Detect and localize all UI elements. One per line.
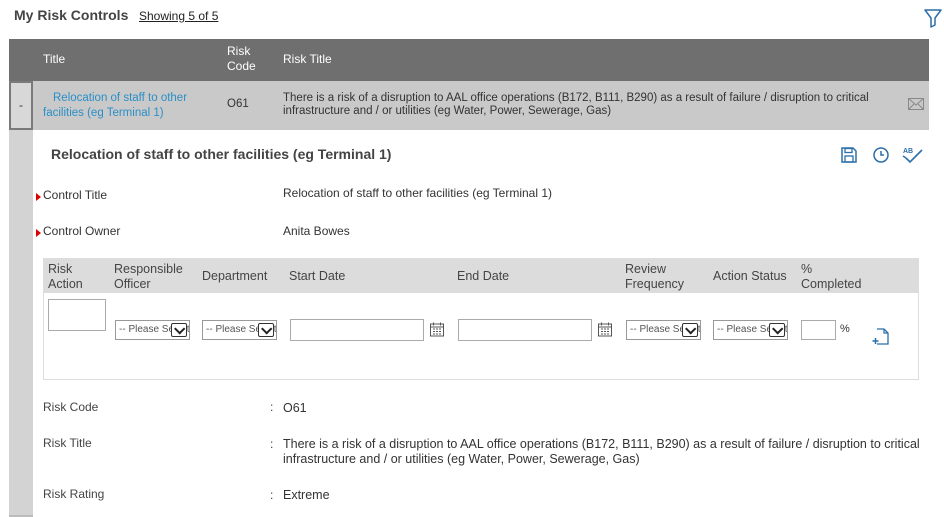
- chevron-down-icon[interactable]: [171, 323, 187, 337]
- calendar-icon[interactable]: [430, 322, 444, 337]
- colon: :: [270, 437, 274, 451]
- header-percent-completed: % Completed: [801, 262, 862, 291]
- row-risk-code: O61: [227, 98, 249, 110]
- showing-count-link[interactable]: Showing 5 of 5: [139, 9, 218, 23]
- control-owner-value: Anita Bowes: [283, 224, 350, 238]
- detail-title: Relocation of staff to other facilities …: [51, 146, 392, 162]
- header-action-status: Action Status: [713, 269, 787, 283]
- action-status-select[interactable]: -- Please Select --: [713, 320, 788, 340]
- percent-completed-input[interactable]: [801, 320, 836, 340]
- control-title-label: Control Title: [43, 188, 108, 202]
- start-date-input[interactable]: [290, 319, 424, 341]
- add-document-icon[interactable]: [872, 328, 889, 346]
- svg-text:AB: AB: [903, 148, 913, 155]
- control-title-value: Relocation of staff to other facilities …: [283, 186, 553, 200]
- chevron-down-icon[interactable]: [258, 323, 274, 337]
- column-header-risk-title[interactable]: Risk Title: [283, 52, 332, 67]
- collapse-toggle[interactable]: -: [9, 81, 33, 130]
- calendar-icon[interactable]: [598, 322, 612, 337]
- end-date-input[interactable]: [458, 319, 592, 341]
- header-risk-action: Risk Action: [48, 262, 83, 291]
- review-frequency-select[interactable]: -- Please Select --: [626, 320, 701, 340]
- department-select[interactable]: -- Please Select --: [202, 320, 277, 340]
- control-owner-label: Control Owner: [43, 224, 121, 238]
- risk-rating-label: Risk Rating: [43, 487, 105, 501]
- percent-sign: %: [840, 323, 850, 335]
- chevron-down-icon[interactable]: [769, 323, 785, 337]
- spellcheck-icon[interactable]: AB: [902, 145, 924, 165]
- header-department: Department: [202, 269, 268, 283]
- risk-action-input[interactable]: [48, 299, 106, 331]
- page-title: My Risk Controls: [14, 7, 129, 23]
- required-marker: [36, 193, 41, 201]
- colon: :: [270, 400, 274, 414]
- column-header-risk-code[interactable]: Risk Code: [227, 44, 277, 74]
- save-icon[interactable]: [839, 145, 859, 165]
- header-responsible-officer: Responsible Officer: [114, 262, 183, 291]
- chevron-down-icon[interactable]: [682, 323, 698, 337]
- header-review-frequency: Review Frequency: [625, 262, 685, 291]
- column-header-title[interactable]: Title: [43, 52, 65, 67]
- risk-title-label: Risk Title: [43, 436, 92, 450]
- grid-header: Title Risk Code Risk Title: [9, 39, 929, 81]
- mail-icon[interactable]: [908, 98, 924, 110]
- required-marker: [36, 229, 41, 237]
- risk-code-label: Risk Code: [43, 400, 99, 414]
- header-end-date: End Date: [457, 269, 510, 283]
- risk-rating-value: Extreme: [283, 488, 330, 502]
- row-risk-title: There is a risk of a disruption to AAL o…: [283, 92, 869, 117]
- detail-indent-bar: [9, 130, 33, 517]
- top-bar: My Risk Controls Showing 5 of 5: [0, 0, 944, 38]
- colon: :: [270, 488, 274, 502]
- history-icon[interactable]: [871, 145, 891, 165]
- risk-code-value: O61: [283, 401, 307, 415]
- header-start-date: Start Date: [289, 269, 346, 283]
- row-title-link[interactable]: Relocation of staff to other facilities …: [43, 91, 213, 121]
- filter-icon[interactable]: [924, 8, 942, 28]
- risk-title-value: There is a risk of a disruption to AAL o…: [283, 437, 920, 466]
- table-row[interactable]: - Relocation of staff to other facilitie…: [9, 81, 929, 130]
- responsible-officer-select[interactable]: -- Please Select --: [115, 320, 190, 340]
- risk-action-table-header: Risk Action Responsible Officer Departme…: [44, 259, 918, 293]
